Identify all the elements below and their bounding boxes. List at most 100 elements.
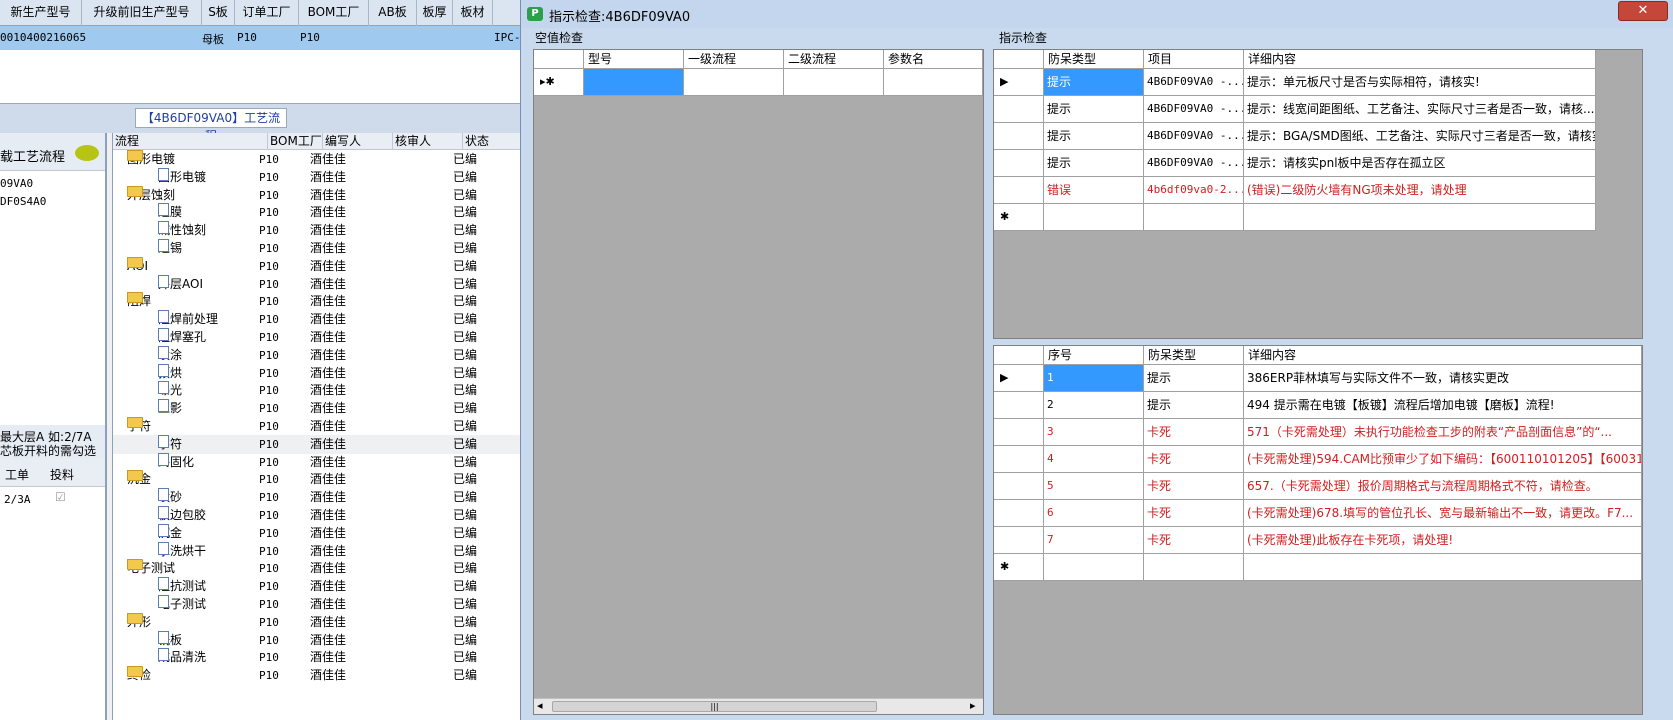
col-header[interactable]: AB板 [369, 0, 417, 26]
tree-node[interactable]: 图形电镀 [158, 167, 206, 187]
col-header[interactable]: 投料 [50, 466, 74, 483]
tree-node[interactable]: 碱性蚀刻 [158, 221, 206, 240]
tree-row[interactable]: 成品清洗 P10 酒佳佳 已编 [113, 648, 525, 667]
detail-cell[interactable]: 提示：请核实pnl板中是否存在孤立区 [1244, 150, 1596, 177]
tree-node[interactable]: −外层蚀刻 [127, 185, 175, 205]
tree-row[interactable]: 显影 P10 酒佳佳 已编 [113, 399, 525, 418]
tree-node[interactable]: −字符 [127, 417, 151, 436]
type-cell[interactable]: 提示 [1144, 392, 1244, 419]
tree-col-header[interactable]: 编写人 [323, 133, 393, 150]
tree-col-header[interactable]: 状态 [463, 133, 525, 150]
tree-row[interactable]: −电子测试 P10 酒佳佳 已编 [113, 559, 525, 578]
col-header[interactable]: 防呆类型 [1144, 346, 1244, 365]
type-cell[interactable]: 错误 [1044, 177, 1144, 204]
detail-cell[interactable]: (卡死需处理)594.CAM比预审少了如下编码：【600110101205】【6… [1244, 446, 1642, 473]
tree-row[interactable]: 阻焊前处理 P10 酒佳佳 已编 [113, 310, 525, 329]
tree-col-header[interactable]: BOM工厂 [268, 133, 323, 150]
tree-row[interactable]: −外形 P10 酒佳佳 已编 [113, 612, 525, 632]
tree-row[interactable]: 沉金 P10 酒佳佳 已编 [113, 523, 525, 543]
tree-row[interactable]: 喷涂 P10 酒佳佳 已编 [113, 345, 525, 365]
type-cell[interactable]: 卡死 [1144, 419, 1244, 446]
tree-row[interactable]: 水洗烘干 P10 酒佳佳 已编 [113, 541, 525, 561]
tree-node[interactable]: 退锡 [158, 239, 182, 258]
scroll-thumb[interactable]: ||| [552, 701, 877, 712]
tree-row[interactable]: 电子测试 P10 酒佳佳 已编 [113, 595, 525, 614]
col-header[interactable]: 工单 [5, 466, 29, 483]
type-cell[interactable]: 卡死 [1144, 527, 1244, 554]
detail-cell[interactable]: (错误)二级防火墙有NG项未处理，请处理 [1244, 177, 1596, 204]
item-cell[interactable]: 4b6df09va0-2... [1144, 177, 1244, 204]
grid-cell[interactable] [1044, 554, 1144, 581]
grid-cell[interactable] [1044, 204, 1144, 231]
grid-cell[interactable] [1144, 204, 1244, 231]
tree-row[interactable]: 铣板 P10 酒佳佳 已编 [113, 630, 525, 650]
checkbox-icon[interactable]: ☑ [55, 490, 66, 504]
tree-row[interactable]: −外层蚀刻 P10 酒佳佳 已编 [113, 185, 525, 205]
tree-row[interactable]: 终固化 P10 酒佳佳 已编 [113, 452, 525, 472]
col-header[interactable]: 型号 [584, 50, 684, 69]
tree-row[interactable]: 预烘 P10 酒佳佳 已编 [113, 363, 525, 383]
grid-cell[interactable] [684, 69, 784, 96]
tree-node[interactable]: 曝光 [158, 381, 182, 400]
grid-cell[interactable] [884, 69, 983, 96]
tree-row[interactable]: 阻抗测试 P10 酒佳佳 已编 [113, 577, 525, 596]
col-header[interactable]: 板材 [453, 0, 493, 26]
tree-node[interactable]: 阻焊塞孔 [158, 328, 206, 347]
tree-row[interactable]: 退膜 P10 酒佳佳 已编 [113, 203, 525, 222]
grid-cell[interactable] [1244, 554, 1642, 581]
chat-bubble-icon[interactable] [75, 145, 99, 161]
tree-row[interactable]: 退锡 P10 酒佳佳 已编 [113, 239, 525, 258]
tree-node[interactable]: 喷砂 [158, 488, 182, 507]
col-header[interactable]: 一级流程 [684, 50, 784, 69]
title-bar[interactable]: P 指示检查:4B6DF09VA0 ✕ [521, 0, 1673, 28]
col-header[interactable]: 参数名 [884, 50, 983, 69]
col-header[interactable]: 板厚 [417, 0, 453, 26]
tree-row[interactable]: 字符 P10 酒佳佳 已编 [113, 434, 525, 454]
number-cell[interactable]: 5 [1044, 473, 1144, 500]
type-cell[interactable]: 卡死 [1144, 473, 1244, 500]
tree-row[interactable]: 板边包胶 P10 酒佳佳 已编 [113, 506, 525, 525]
tree-row[interactable]: 图形电镀 P10 酒佳佳 已编 [113, 167, 525, 187]
tree-node[interactable]: 水洗烘干 [158, 541, 206, 561]
detail-cell[interactable]: 提示：单元板尺寸是否与实际相符，请核实! [1244, 69, 1596, 96]
bg-selected-row[interactable]: 0010400216065 母板 P10 P10 IPC- [0, 26, 524, 50]
tree-row[interactable]: 曝光 P10 酒佳佳 已编 [113, 381, 525, 400]
tree-row[interactable]: 碱性蚀刻 P10 酒佳佳 已编 [113, 221, 525, 240]
item-cell[interactable]: 4B6DF09VA0 -... [1144, 123, 1244, 150]
detail-cell[interactable]: 657.（卡死需处理）报价周期格式与流程周期格式不符，请检查。 [1244, 473, 1642, 500]
tree-row[interactable]: 阻焊塞孔 P10 酒佳佳 已编 [113, 328, 525, 347]
tree-node[interactable]: 预烘 [158, 363, 182, 383]
detail-cell[interactable]: 571（卡死需处理）未执行功能检查工步的附表“产品剖面信息”的“... [1244, 419, 1642, 446]
col-header[interactable]: 订单工厂 [235, 0, 299, 26]
detail-cell[interactable]: (卡死需处理)678.填写的管位孔长、宽与最新输出不一致，请更改。F7... [1244, 500, 1642, 527]
detail-cell[interactable]: 386ERP菲林填写与实际文件不一致，请核实更改 [1244, 365, 1642, 392]
item-cell[interactable]: 4B6DF09VA0 -... [1144, 69, 1244, 96]
detail-cell[interactable]: 提示：BGA/SMD图纸、工艺备注、实际尺寸三者是否一致，请核实! [1244, 123, 1596, 150]
tree-node[interactable]: 显影 [158, 399, 182, 418]
type-cell[interactable]: 卡死 [1144, 446, 1244, 473]
col-header[interactable]: 新生产型号 [0, 0, 82, 26]
tree-node[interactable]: 电子测试 [158, 595, 206, 614]
col-header[interactable]: 详细内容 [1244, 346, 1642, 365]
col-header[interactable]: 防呆类型 [1044, 50, 1144, 69]
tree-node[interactable]: −电子测试 [127, 559, 175, 578]
tab-process-flow[interactable]: 【4B6DF09VA0】工艺流程 [135, 108, 287, 143]
number-cell[interactable]: 7 [1044, 527, 1144, 554]
tree-node[interactable]: −外形 [127, 612, 151, 632]
tree-row[interactable]: −沉金 P10 酒佳佳 已编 [113, 470, 525, 489]
number-cell[interactable]: 4 [1044, 446, 1144, 473]
type-cell[interactable]: 提示 [1044, 96, 1144, 123]
col-header[interactable]: 序号 [1044, 346, 1144, 365]
tree-row[interactable]: −图形电镀 P10 酒佳佳 已编 [113, 150, 525, 169]
type-cell[interactable]: 提示 [1144, 365, 1244, 392]
tree-row[interactable]: 外层AOI P10 酒佳佳 已编 [113, 274, 525, 294]
tree-node[interactable]: 外层AOI [158, 274, 203, 294]
type-cell[interactable]: 卡死 [1144, 500, 1244, 527]
type-cell[interactable]: 提示 [1044, 69, 1144, 96]
col-header[interactable]: 升级前旧生产型号 [82, 0, 202, 26]
tree-row[interactable]: 喷砂 P10 酒佳佳 已编 [113, 488, 525, 507]
left-item[interactable]: 09VA0 [0, 177, 33, 190]
grid-cell[interactable] [1244, 204, 1596, 231]
tree-row[interactable]: −字符 P10 酒佳佳 已编 [113, 417, 525, 436]
tree-node[interactable]: 板边包胶 [158, 506, 206, 525]
